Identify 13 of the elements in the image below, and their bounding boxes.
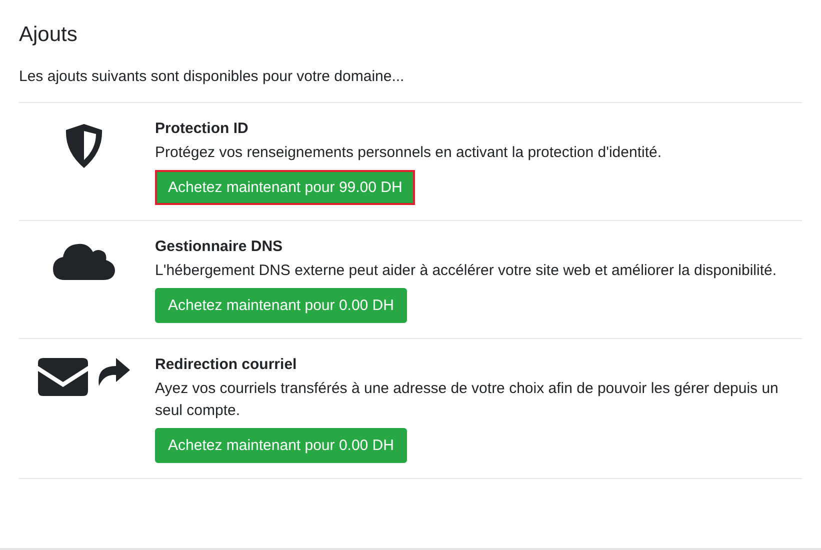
envelope-icon: [38, 358, 88, 396]
addon-name: Protection ID: [155, 120, 250, 137]
addon-name: Redirection courriel: [155, 356, 298, 373]
section-title: Ajouts: [19, 23, 78, 47]
buy-button[interactable]: Achetez maintenant pour 99.00 DH: [155, 170, 416, 205]
forward-arrow-icon: [96, 358, 130, 386]
buy-button[interactable]: Achetez maintenant pour 0.00 DH: [155, 428, 407, 463]
buy-button[interactable]: Achetez maintenant pour 0.00 DH: [155, 288, 407, 323]
addon-description: Ayez vos courriels transférés à une adresse de votre choix afin de pouvoir les gérer depuis un seul compte.: [155, 379, 780, 421]
intro-text: Les ajouts suivants sont disponibles pour votre domaine...: [19, 68, 406, 85]
addon-name: Gestionnaire DNS: [155, 238, 284, 255]
addon-description: Protégez vos renseignements personnels en activant la protection d'identité.: [155, 143, 662, 163]
addon-description: L'hébergement DNS externe peut aider à accélérer votre site web et améliorer la disponibilité.: [155, 261, 778, 281]
